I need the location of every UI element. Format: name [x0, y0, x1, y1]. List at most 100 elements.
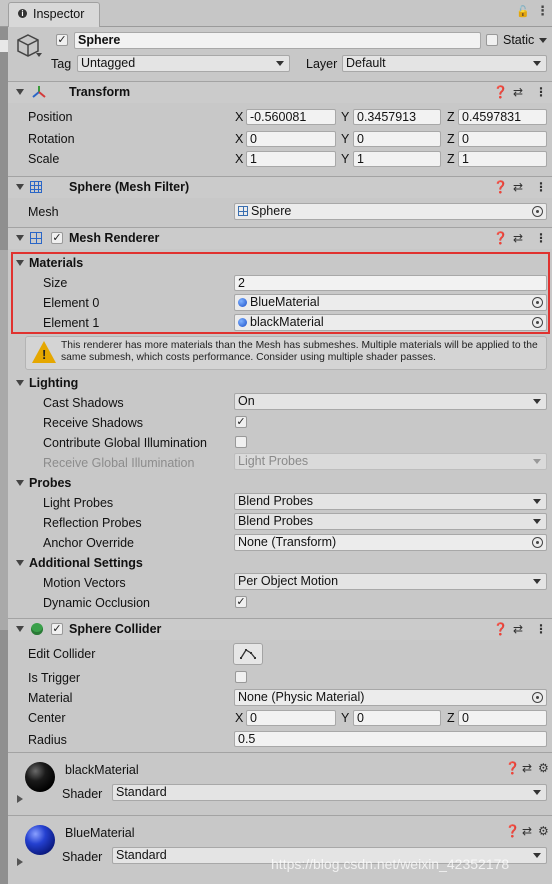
radius-input[interactable]: 0.5 [234, 731, 547, 747]
foldout-arrow[interactable] [16, 89, 24, 95]
collider-material-field[interactable]: None (Physic Material) [234, 689, 547, 706]
help-icon[interactable]: ❓ [493, 231, 508, 245]
tag-dropdown[interactable]: Untagged [77, 55, 290, 72]
more-vert-icon[interactable]: ⋮ [535, 180, 547, 194]
shader-value: Standard [116, 785, 167, 799]
static-dropdown-arrow[interactable] [539, 38, 547, 43]
dynamic-occlusion-checkbox[interactable]: ✓ [235, 596, 247, 608]
axis-x-label: X [235, 132, 244, 146]
gear-icon[interactable]: ⚙ [538, 761, 549, 775]
materials-label[interactable]: Materials [29, 256, 83, 270]
lighting-foldout-arrow[interactable] [16, 380, 24, 386]
edit-collider-icon [240, 649, 256, 659]
more-vert-icon[interactable]: ⋮ [535, 622, 547, 636]
preset-icon[interactable]: ⇄ [513, 180, 523, 194]
receive-gi-label: Receive Global Illumination [43, 456, 195, 470]
center-z-input[interactable]: 0 [458, 710, 547, 726]
expand-arrow[interactable] [17, 795, 23, 803]
static-checkbox[interactable] [486, 34, 498, 46]
materials-size-input[interactable]: 2 [234, 275, 547, 291]
object-picker-icon[interactable] [532, 692, 543, 703]
additional-settings-foldout-arrow[interactable] [16, 560, 24, 566]
preset-icon[interactable]: ⇄ [513, 85, 523, 99]
position-y-input[interactable]: 0.3457913 [353, 109, 441, 125]
additional-settings-label[interactable]: Additional Settings [29, 556, 143, 570]
motion-vectors-dropdown[interactable]: Per Object Motion [234, 573, 547, 590]
reflection-probes-label: Reflection Probes [43, 516, 142, 530]
scale-z-input[interactable]: 1 [458, 151, 547, 167]
tag-label: Tag [51, 57, 72, 71]
material-sphere-preview [25, 762, 55, 792]
material-preview-black: blackMaterial Shader Standard ❓ ⇄ ⚙ [8, 752, 552, 814]
more-vert-icon[interactable]: ⋮ [536, 3, 549, 19]
more-vert-icon[interactable]: ⋮ [535, 231, 547, 245]
size-label: Size [43, 276, 68, 290]
expand-arrow[interactable] [17, 858, 23, 866]
light-probes-dropdown[interactable]: Blend Probes [234, 493, 547, 510]
object-picker-icon[interactable] [532, 537, 543, 548]
icon-dropdown-arrow[interactable] [36, 53, 42, 57]
shader-dropdown[interactable]: Standard [112, 784, 547, 801]
sphere-collider-header[interactable]: ✓ Sphere Collider ❓ ⇄ ⋮ [8, 618, 552, 640]
help-icon[interactable]: ❓ [505, 761, 520, 775]
help-icon[interactable]: ❓ [493, 85, 508, 99]
contribute-gi-checkbox[interactable] [235, 436, 247, 448]
receive-shadows-checkbox[interactable]: ✓ [235, 416, 247, 428]
center-x-input[interactable]: 0 [246, 710, 336, 726]
center-y-input[interactable]: 0 [353, 710, 441, 726]
cast-shadows-dropdown[interactable]: On [234, 393, 547, 410]
is-trigger-label: Is Trigger [28, 671, 81, 685]
help-icon[interactable]: ❓ [493, 180, 508, 194]
is-trigger-checkbox[interactable] [235, 671, 247, 683]
cast-shadows-value: On [238, 394, 255, 408]
element0-material-field[interactable]: BlueMaterial [234, 294, 547, 311]
materials-foldout-arrow[interactable] [16, 260, 24, 266]
mesh-filter-header[interactable]: Sphere (Mesh Filter) ❓ ⇄ ⋮ [8, 176, 552, 198]
mesh-renderer-enabled-checkbox[interactable]: ✓ [51, 232, 63, 244]
mesh-renderer-header[interactable]: ✓ Mesh Renderer ❓ ⇄ ⋮ [8, 227, 552, 249]
gear-icon[interactable]: ⚙ [538, 824, 549, 838]
preset-icon[interactable]: ⇄ [513, 622, 523, 636]
tab-label: Inspector [33, 7, 85, 21]
reflection-probes-value: Blend Probes [238, 514, 314, 528]
mesh-filter-icon [30, 181, 42, 193]
probes-label[interactable]: Probes [29, 476, 71, 490]
rotation-z-input[interactable]: 0 [458, 131, 547, 147]
position-z-input[interactable]: 0.4597831 [458, 109, 547, 125]
lighting-label[interactable]: Lighting [29, 376, 78, 390]
preset-icon[interactable]: ⇄ [522, 824, 532, 838]
foldout-arrow[interactable] [16, 235, 24, 241]
object-picker-icon[interactable] [532, 206, 543, 217]
preset-icon[interactable]: ⇄ [522, 761, 532, 775]
anchor-override-field[interactable]: None (Transform) [234, 534, 547, 551]
foldout-arrow[interactable] [16, 184, 24, 190]
object-name-input[interactable]: Sphere [74, 32, 481, 49]
tab-inspector[interactable]: i Inspector [8, 2, 100, 27]
preset-icon[interactable]: ⇄ [513, 231, 523, 245]
rotation-y-input[interactable]: 0 [353, 131, 441, 147]
object-picker-icon[interactable] [532, 317, 543, 328]
scale-x-input[interactable]: 1 [246, 151, 336, 167]
active-checkbox[interactable]: ✓ [56, 34, 68, 46]
object-picker-icon[interactable] [532, 297, 543, 308]
submesh-warning-box: ! This renderer has more materials than … [25, 336, 547, 370]
element1-material-field[interactable]: blackMaterial [234, 314, 547, 331]
rotation-x-input[interactable]: 0 [246, 131, 336, 147]
lock-icon[interactable]: 🔓 [516, 5, 530, 18]
layer-dropdown[interactable]: Default [342, 55, 547, 72]
help-icon[interactable]: ❓ [493, 622, 508, 636]
scale-y-input[interactable]: 1 [353, 151, 441, 167]
reflection-probes-dropdown[interactable]: Blend Probes [234, 513, 547, 530]
position-label: Position [28, 110, 73, 124]
shader-label: Shader [62, 787, 103, 801]
material-sphere-preview [25, 825, 55, 855]
transform-header[interactable]: Transform ❓ ⇄ ⋮ [8, 81, 552, 103]
more-vert-icon[interactable]: ⋮ [535, 85, 547, 99]
mesh-field[interactable]: Sphere [234, 203, 547, 220]
position-x-input[interactable]: -0.560081 [246, 109, 336, 125]
probes-foldout-arrow[interactable] [16, 480, 24, 486]
edit-collider-button[interactable] [233, 643, 263, 665]
sphere-collider-enabled-checkbox[interactable]: ✓ [51, 623, 63, 635]
foldout-arrow[interactable] [16, 626, 24, 632]
help-icon[interactable]: ❓ [505, 824, 520, 838]
